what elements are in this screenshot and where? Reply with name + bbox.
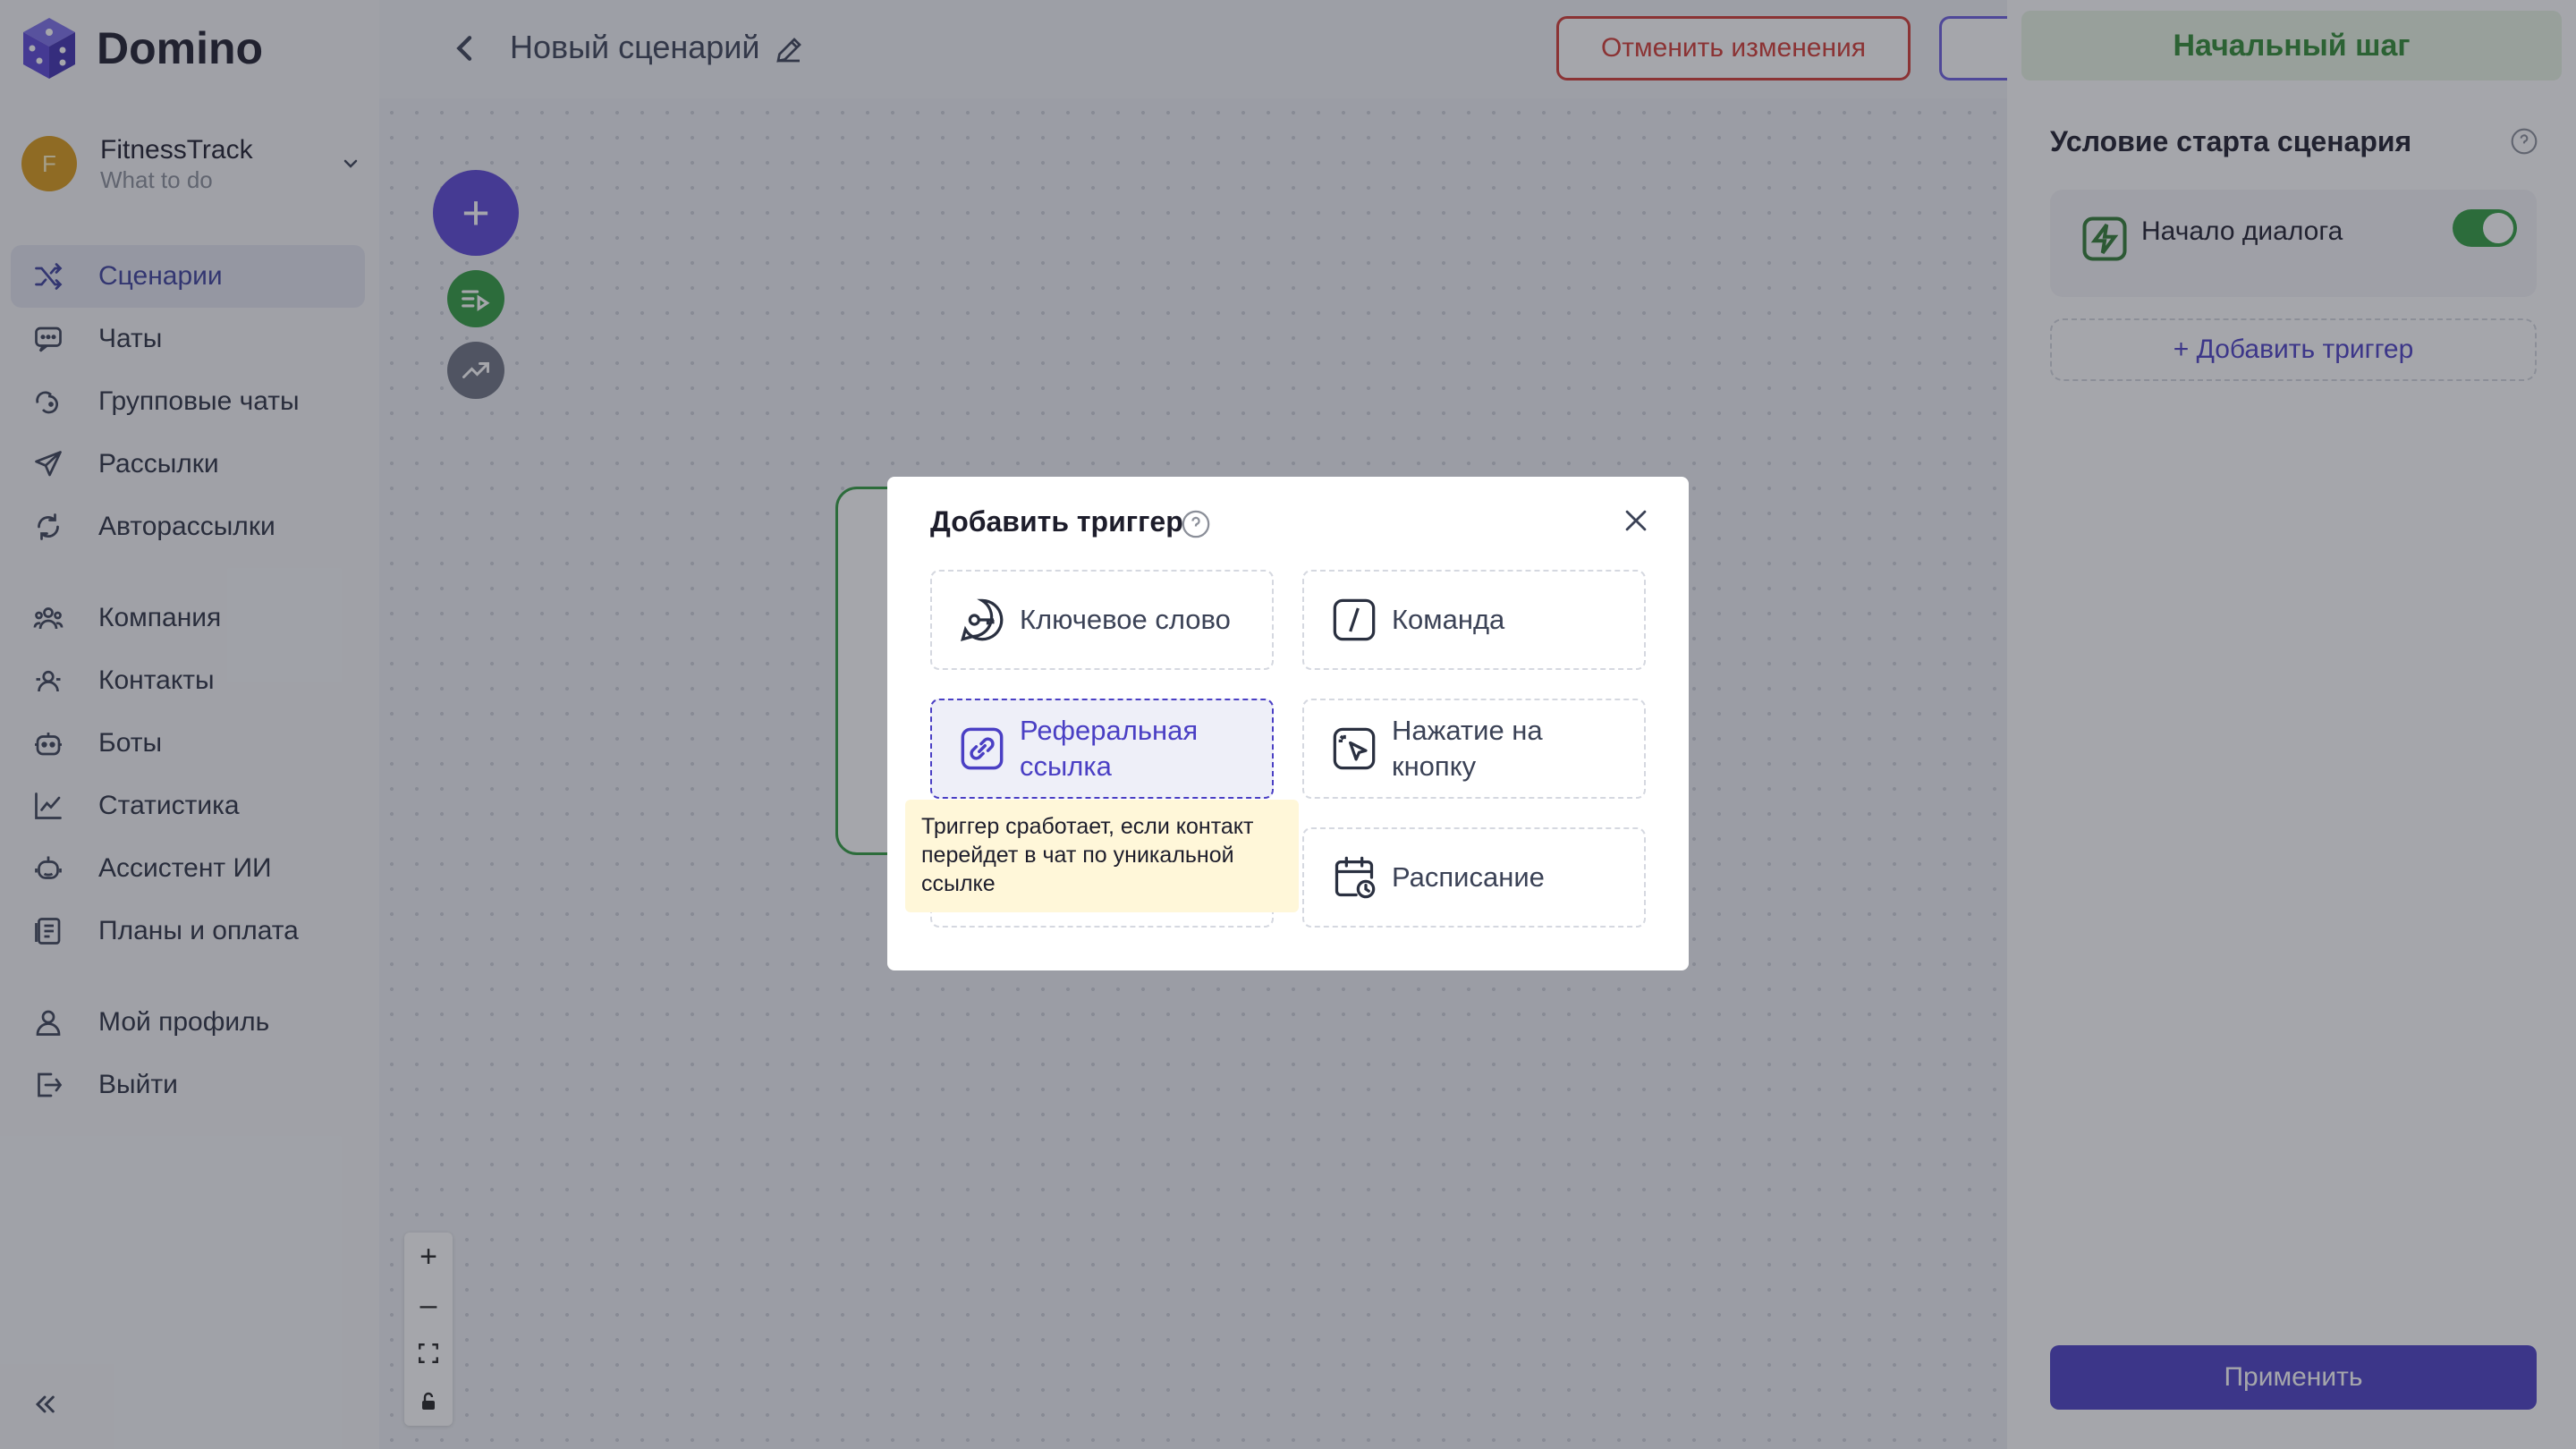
key-chat-icon <box>960 598 1004 642</box>
click-cursor-icon <box>1333 727 1376 770</box>
calendar-clock-icon <box>1335 856 1376 899</box>
link-icon <box>961 727 1004 770</box>
slash-command-icon <box>1333 598 1376 641</box>
option-label: Нажатие на кнопку <box>1392 715 1543 782</box>
trigger-option-keyword[interactable]: Ключевое слово <box>930 570 1274 670</box>
dialog-title: Добавить триггер <box>930 505 1183 538</box>
option-label: Реферальная ссылка <box>1020 715 1199 782</box>
trigger-option-button-click[interactable]: Нажатие на кнопку <box>1302 699 1646 799</box>
help-circle-icon[interactable] <box>1181 509 1211 539</box>
option-label: Ключевое слово <box>1020 604 1231 635</box>
trigger-option-referral-link[interactable]: Реферальная ссылка <box>930 699 1274 799</box>
trigger-option-schedule[interactable]: Расписание <box>1302 827 1646 928</box>
option-label: Расписание <box>1392 861 1545 893</box>
trigger-option-command[interactable]: Команда <box>1302 570 1646 670</box>
referral-link-tooltip: Триггер сработает, если контакт перейдет… <box>905 800 1299 912</box>
option-label: Команда <box>1392 604 1505 635</box>
close-icon[interactable] <box>1621 505 1651 536</box>
